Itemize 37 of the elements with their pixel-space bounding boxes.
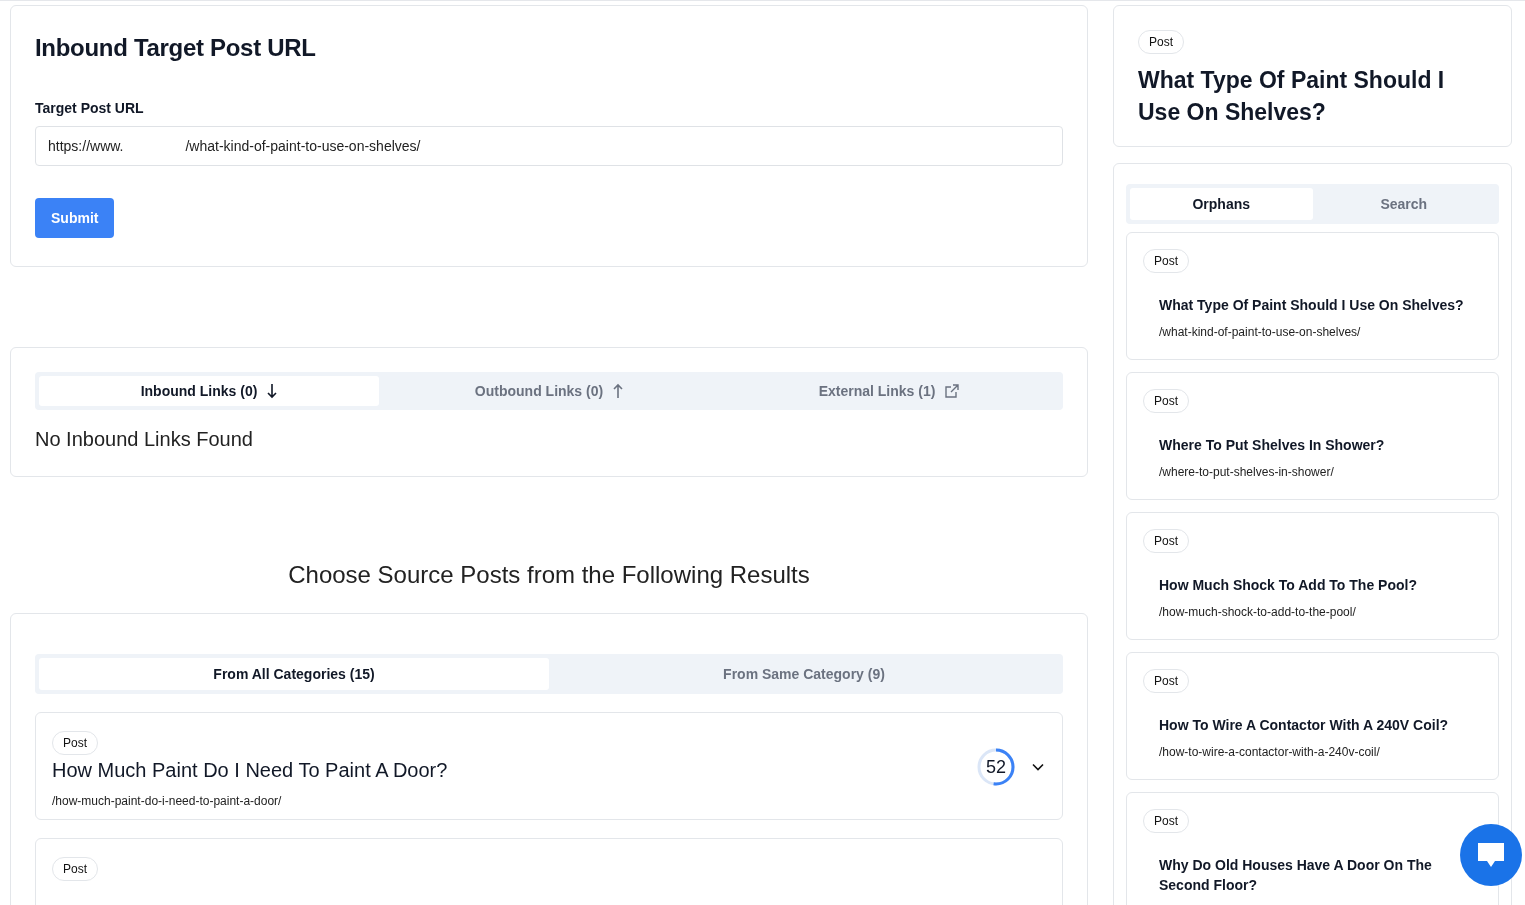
- orphan-url: /what-kind-of-paint-to-use-on-shelves/: [1159, 325, 1362, 339]
- results-heading: Choose Source Posts from the Following Results: [287, 561, 811, 589]
- orphan-title: Where To Put Shelves In Shower?: [1159, 436, 1386, 455]
- links-tab[interactable]: External Links (1): [719, 376, 1059, 406]
- orphan-title: How To Wire A Contactor With A 240V Coil?: [1159, 716, 1450, 735]
- links-tab[interactable]: Outbound Links (0): [379, 376, 719, 406]
- orphan-card[interactable]: Post What Type Of Paint Should I Use On Shelves? /what-kind-of-paint-to-use-on-shelves/: [1126, 232, 1499, 360]
- current-post-title: What Type Of Paint Should I Use On Shelves?: [1138, 66, 1446, 127]
- arrow-down-icon: [267, 383, 278, 399]
- orphan-url: /how-to-wire-a-contactor-with-a-240v-coil/: [1159, 745, 1381, 759]
- orphan-title: How Much Shock To Add To The Pool?: [1159, 576, 1418, 595]
- chat-icon: [1476, 841, 1506, 869]
- side-tab[interactable]: Orphans: [1130, 188, 1313, 220]
- orphan-card[interactable]: Post How Much Shock To Add To The Pool? /how-much-shock-to-add-to-the-pool/: [1126, 512, 1499, 640]
- url-input-field[interactable]: https://www. /what-kind-of-paint-to-use-on-shelves/: [35, 126, 1063, 166]
- results-tab[interactable]: From Same Category (9): [549, 658, 1059, 690]
- score-ring: 52: [976, 747, 1016, 787]
- orphan-url: /how-much-shock-to-add-to-the-pool/: [1159, 605, 1357, 619]
- empty-message: No Inbound Links Found: [35, 428, 254, 451]
- form-title: Inbound Target Post URL: [35, 34, 317, 62]
- orphan-card[interactable]: Post Where To Put Shelves In Shower? /where-to-put-shelves-in-shower/: [1126, 372, 1499, 500]
- orphan-card[interactable]: Post How To Wire A Contactor With A 240V Coil? /how-to-wire-a-contactor-with-a-240v-coil/: [1126, 652, 1499, 780]
- result-card[interactable]: Post: [35, 838, 1063, 905]
- field-label: Target Post URL: [35, 100, 145, 116]
- result-card[interactable]: Post How Much Paint Do I Need To Paint A Door? /how-much-paint-do-i-need-to-paint-a-door/ 52: [35, 712, 1063, 820]
- links-tab[interactable]: Inbound Links (0): [39, 376, 379, 406]
- results-tab[interactable]: From All Categories (15): [39, 658, 549, 690]
- arrow-up-icon: [613, 383, 624, 399]
- external-link-icon: [945, 384, 960, 398]
- orphan-url: /where-to-put-shelves-in-shower/: [1159, 465, 1335, 479]
- orphan-title: Why Do Old Houses Have A Door On The Second Floor?: [1159, 856, 1433, 895]
- result-url: /how-much-paint-do-i-need-to-paint-a-door/: [52, 794, 283, 808]
- side-tab[interactable]: Search: [1312, 188, 1495, 220]
- result-title: How Much Paint Do I Need To Paint A Door?: [52, 759, 449, 782]
- chevron-down-icon[interactable]: [1032, 763, 1044, 771]
- orphan-title: What Type Of Paint Should I Use On Shelves?: [1159, 296, 1465, 315]
- submit-button[interactable]: Submit: [35, 198, 115, 238]
